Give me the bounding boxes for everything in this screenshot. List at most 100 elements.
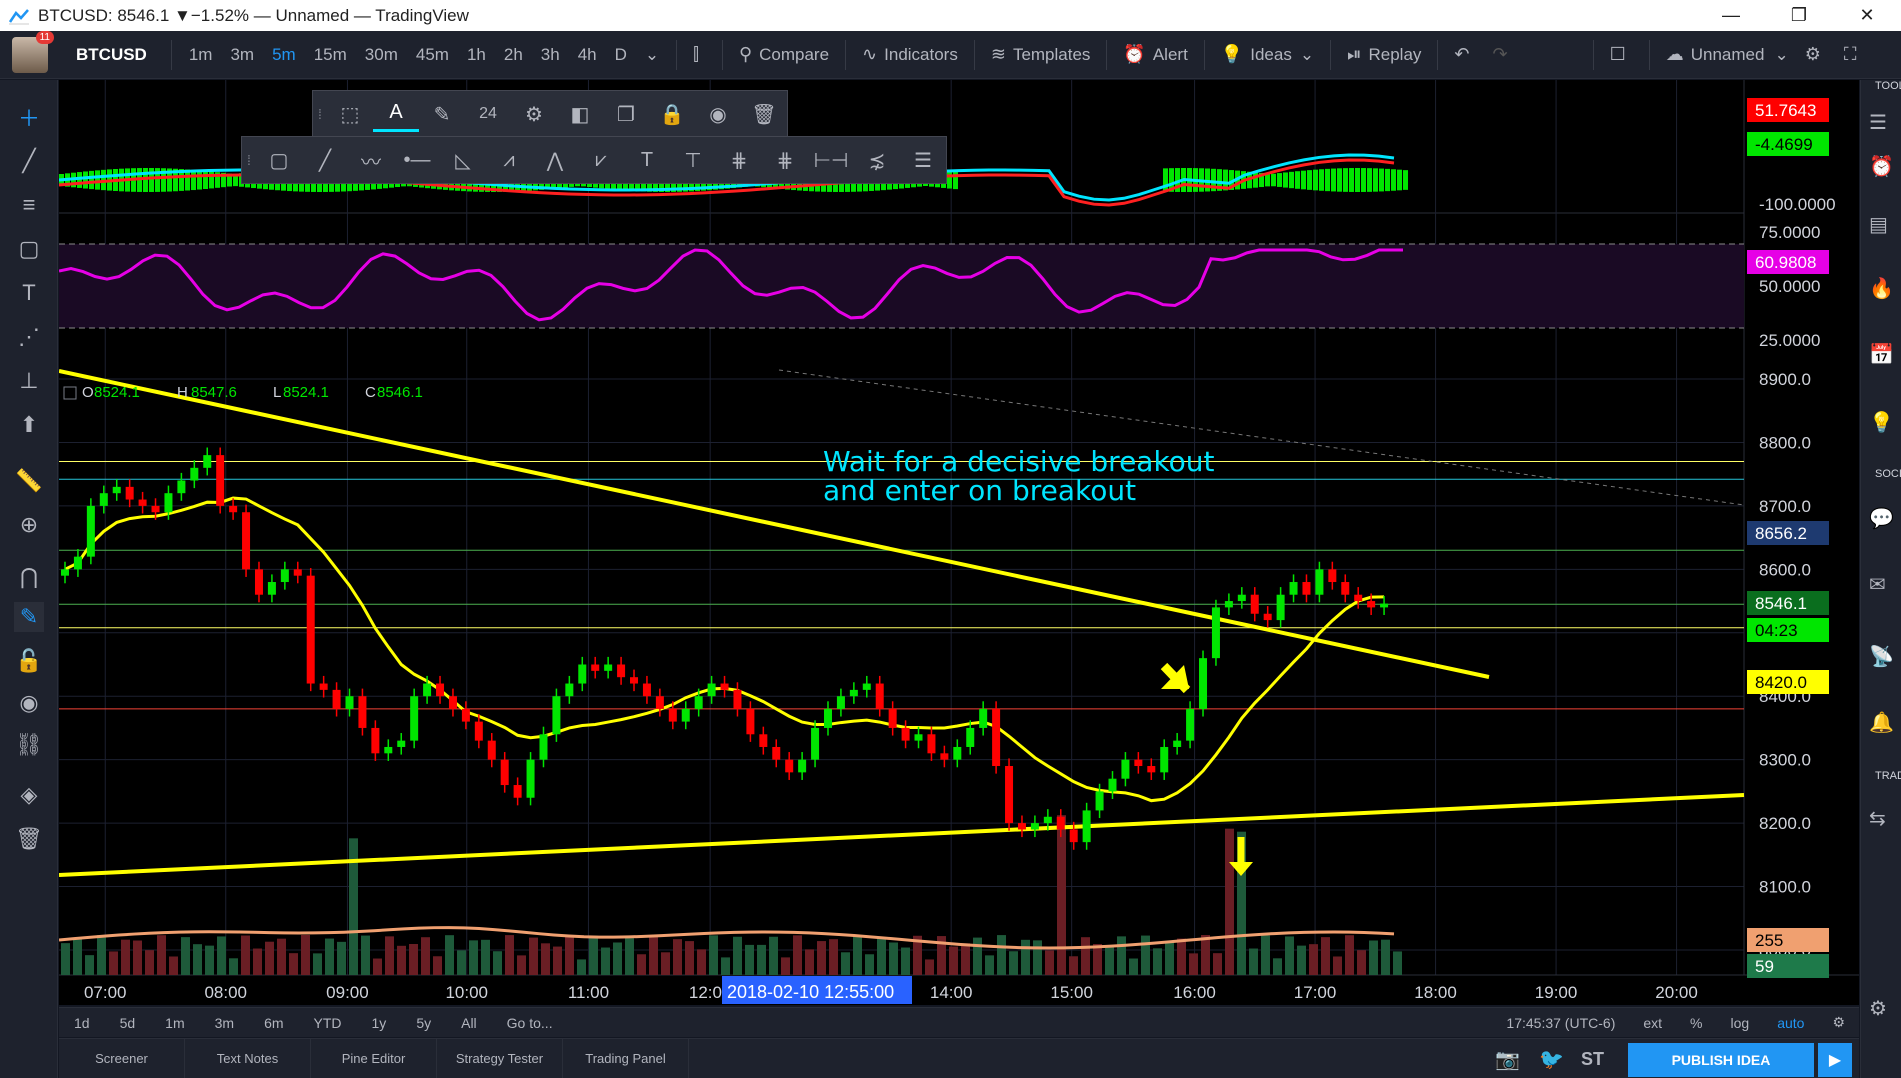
timezone-clock[interactable]: 17:45:37 (UTC-6) (1492, 1015, 1629, 1031)
drag-handle-icon[interactable]: ⁞ (313, 106, 327, 122)
drag-handle-icon[interactable]: ⁞ (242, 152, 256, 168)
gear-icon[interactable]: ⚙ (511, 91, 557, 137)
alerts-icon[interactable]: ⏰ (1869, 154, 1894, 179)
watchlist-icon[interactable]: ☰ (1869, 110, 1887, 135)
symbol-search[interactable]: BTCUSD (76, 45, 147, 65)
tab-trading-panel[interactable]: Trading Panel (563, 1038, 689, 1078)
timeframe-15m[interactable]: 15m (305, 45, 356, 65)
range-5y[interactable]: 5y (401, 1015, 446, 1031)
abc-pattern-icon[interactable]: ⩗ (578, 137, 624, 183)
compare-button[interactable]: ⚲ Compare (731, 44, 837, 65)
timeframe-d[interactable]: D (606, 45, 636, 65)
gear-icon[interactable]: ⚙ (1818, 1014, 1859, 1031)
fib-fan-icon[interactable]: ⋨ (854, 137, 900, 183)
indicators-button[interactable]: ∿ Indicators (854, 44, 966, 65)
play-icon[interactable]: ▶ (1818, 1043, 1852, 1077)
hotlist-icon[interactable]: 🔥 (1869, 276, 1894, 301)
percent-scale-toggle[interactable]: % (1676, 1015, 1716, 1031)
timeframe-3h[interactable]: 3h (532, 45, 569, 65)
restore-button[interactable]: ❐ (1765, 0, 1833, 31)
tab-text-notes[interactable]: Text Notes (185, 1038, 311, 1078)
replay-button[interactable]: ⏯ Replay (1339, 44, 1429, 65)
calendar-icon[interactable]: 📅 (1869, 342, 1894, 367)
close-button[interactable]: ✕ (1833, 0, 1901, 31)
timeframe-4h[interactable]: 4h (569, 45, 606, 65)
timeframe-45m[interactable]: 45m (407, 45, 458, 65)
timeframe-1m[interactable]: 1m (180, 45, 222, 65)
arrow-up-icon[interactable]: ⬆ (14, 410, 44, 440)
range-1y[interactable]: 1y (357, 1015, 402, 1031)
tab-strategy-tester[interactable]: Strategy Tester (437, 1038, 563, 1078)
text-color-icon[interactable]: A (373, 96, 419, 132)
elliott-wave-icon[interactable]: ⋀ (532, 137, 578, 183)
pencil-color-icon[interactable]: ✎ (419, 91, 465, 137)
triangle-icon[interactable]: ◺ (440, 137, 486, 183)
timeframe-2h[interactable]: 2h (495, 45, 532, 65)
fib-extension-icon[interactable]: ⋕ (762, 137, 808, 183)
alert-button[interactable]: ⏰ Alert (1115, 44, 1195, 65)
lock-icon[interactable]: 🔒 (649, 91, 695, 137)
horizontal-ray-icon[interactable]: •— (394, 137, 440, 183)
settings-button[interactable]: ⚙ (1797, 44, 1836, 65)
crosshair-icon[interactable]: ＋ (14, 102, 44, 132)
range-1d[interactable]: 1d (59, 1015, 105, 1031)
ext-hours-toggle[interactable]: ext (1629, 1015, 1676, 1031)
magnet-icon[interactable]: ⋂ (14, 562, 44, 592)
rectangle-icon[interactable]: ▢ (14, 234, 44, 264)
range-all[interactable]: All (446, 1015, 492, 1031)
stocktwits-button[interactable]: ST (1581, 1049, 1604, 1070)
timeframe-1h[interactable]: 1h (458, 45, 495, 65)
line-style-icon[interactable]: ⬚ (327, 91, 373, 137)
notifications-icon[interactable]: 🔔 (1869, 710, 1894, 735)
lock-icon[interactable]: 🔓 (14, 646, 44, 676)
timeframe-30m[interactable]: 30m (356, 45, 407, 65)
gann-fan-icon[interactable]: ☰ (900, 137, 946, 183)
text-icon[interactable]: T (14, 278, 44, 308)
fib-icon[interactable]: ≡ (14, 190, 44, 220)
minimize-button[interactable]: — (1697, 0, 1765, 31)
range-ytd[interactable]: YTD (299, 1015, 357, 1031)
streams-icon[interactable]: 📡 (1869, 644, 1894, 669)
go-to-date[interactable]: Go to... (492, 1015, 568, 1031)
date-range-icon[interactable]: ⊢⊣ (808, 137, 854, 183)
camera-icon[interactable]: 📷 (1495, 1047, 1520, 1072)
tab-screener[interactable]: Screener (59, 1038, 185, 1078)
visual-order-icon[interactable]: ◧ (557, 91, 603, 137)
ideas-stream-icon[interactable]: 💡 (1869, 410, 1894, 435)
timeframe-3m[interactable]: 3m (221, 45, 263, 65)
user-avatar[interactable]: 11 (12, 30, 54, 73)
trend-line-icon[interactable]: ╱ (14, 146, 44, 176)
lock-drawing-icon[interactable]: ✎ (14, 602, 44, 632)
font-size-select[interactable]: 24 (465, 91, 511, 137)
layout-button[interactable]: ☐ (1602, 44, 1641, 65)
fib-retracement-icon[interactable]: ⋕ (716, 137, 762, 183)
undo-button[interactable]: ↶ (1446, 44, 1484, 65)
link-icon[interactable]: ⛓ (14, 730, 44, 760)
range-6m[interactable]: 6m (249, 1015, 298, 1031)
chat-icon[interactable]: 💬 (1869, 506, 1894, 531)
redo-button[interactable]: ↷ (1485, 44, 1523, 65)
text-icon[interactable]: T (624, 137, 670, 183)
trash-icon[interactable]: 🗑 (14, 824, 44, 854)
range-5d[interactable]: 5d (105, 1015, 151, 1031)
twitter-icon[interactable]: 🐦 (1539, 1047, 1564, 1072)
private-chat-icon[interactable]: ✉ (1869, 572, 1886, 597)
dom-icon[interactable]: ⇆ (1869, 806, 1886, 831)
ideas-button[interactable]: 💡 Ideas ⌄ (1213, 44, 1322, 65)
range-3m[interactable]: 3m (200, 1015, 249, 1031)
eye-icon[interactable]: ◉ (695, 91, 741, 137)
log-scale-toggle[interactable]: log (1717, 1015, 1764, 1031)
templates-button[interactable]: ≋ Templates (983, 44, 1099, 65)
annotation-text-line-2[interactable]: and enter on breakout (823, 474, 1136, 507)
chart-svg[interactable]: 8900.08800.08700.08600.08500.08400.08300… (59, 80, 1859, 1005)
auto-scale-toggle[interactable]: auto (1763, 1015, 1818, 1031)
zoom-in-icon[interactable]: ⊕ (14, 510, 44, 540)
ruler-icon[interactable]: 📏 (14, 466, 44, 496)
rectangle-icon[interactable]: ▢ (256, 137, 302, 183)
data-window-icon[interactable]: ▤ (1869, 212, 1888, 237)
fullscreen-button[interactable]: ⛶ (1836, 44, 1872, 65)
chart-style-button[interactable]: ⫿ (685, 44, 714, 65)
chart-area[interactable]: 8900.08800.08700.08600.08500.08400.08300… (59, 80, 1859, 1005)
anchored-text-icon[interactable]: ⊤ (670, 137, 716, 183)
brush-icon[interactable]: 〰 (348, 137, 394, 183)
